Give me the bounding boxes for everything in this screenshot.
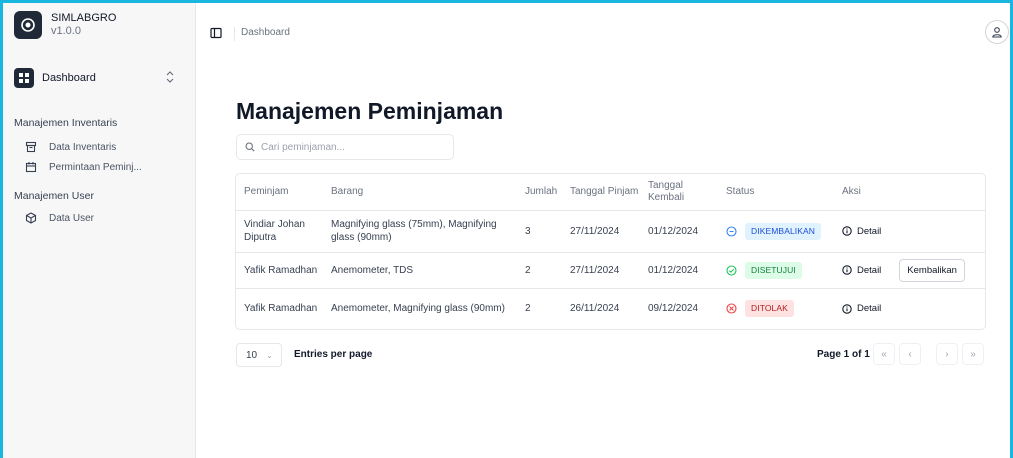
app-version: v1.0.0 — [51, 25, 81, 37]
table-row: Vindiar Johan Diputra Magnifying glass (… — [236, 210, 985, 253]
chevrons-up-down-icon — [165, 70, 175, 89]
cell-tanggal-pinjam: 26/11/2024 — [570, 303, 620, 315]
column-header-jumlah[interactable]: Jumlah — [517, 174, 562, 211]
cell-tanggal-kembali: 01/12/2024 — [640, 210, 718, 253]
info-icon — [842, 304, 852, 314]
search-icon — [245, 142, 255, 152]
column-header-status[interactable]: Status — [718, 174, 834, 211]
cell-status: DIKEMBALIKAN — [718, 210, 834, 253]
column-header-peminjam[interactable]: Peminjam — [236, 174, 323, 211]
header-divider — [234, 27, 235, 41]
cell-status: DISETUJUI — [718, 252, 834, 289]
sidebar-item-label: Permintaan Peminj... — [49, 161, 142, 173]
column-header-barang[interactable]: Barang — [323, 174, 517, 211]
cell-tanggal-kembali: 09/12/2024 — [648, 303, 699, 315]
cell-jumlah: 3 — [517, 210, 562, 253]
cell-barang: Magnifying glass (75mm), Magnifying glas… — [323, 210, 517, 253]
cell-peminjam: Vindiar Johan Diputra — [236, 210, 323, 253]
info-icon — [842, 226, 852, 236]
table-row: Yafik Ramadhan Anemometer, TDS 2 27/11/2… — [236, 252, 985, 289]
cell-tanggal-pinjam: 27/11/2024 — [562, 252, 640, 289]
status-badge: DITOLAK — [745, 300, 794, 318]
status-badge: DISETUJUI — [745, 261, 802, 279]
column-header-aksi: Aksi — [834, 174, 985, 211]
detail-button[interactable]: Detail — [842, 264, 881, 277]
table-row: Yafik Ramadhan Anemometer, Magnifying gl… — [236, 288, 985, 329]
next-page-button[interactable]: › — [936, 343, 958, 365]
user-menu-button[interactable] — [985, 20, 1009, 44]
per-page-label: Entries per page — [294, 349, 373, 360]
table-header-row: Peminjam Barang Jumlah Tanggal Pinjam Ta… — [236, 174, 985, 211]
cell-tanggal-kembali: 01/12/2024 — [640, 252, 718, 289]
loans-table: Peminjam Barang Jumlah Tanggal Pinjam Ta… — [235, 173, 986, 330]
box-icon — [25, 212, 37, 224]
cell-tanggal-pinjam: 27/11/2024 — [562, 210, 640, 253]
sidebar-item-data-user[interactable]: Data User — [25, 209, 94, 227]
calendar-icon — [25, 162, 37, 173]
breadcrumb[interactable]: Dashboard — [241, 27, 290, 38]
rejected-status-icon — [726, 303, 737, 314]
column-header-tanggal-pinjam[interactable]: Tanggal Pinjam — [562, 174, 640, 211]
detail-button-label: Detail — [857, 225, 882, 237]
app-logo-icon — [14, 11, 42, 39]
column-header-tanggal-kembali[interactable]: Tanggal Kembali — [640, 174, 718, 211]
sidebar-item-permintaan-peminjaman[interactable]: Permintaan Peminj... — [25, 158, 142, 176]
detail-button[interactable]: Detail — [842, 302, 881, 315]
cell-barang: Anemometer, TDS — [323, 252, 517, 289]
sidebar-item-label: Data User — [49, 212, 95, 224]
return-button[interactable]: Kembalikan — [899, 258, 965, 282]
sidebar-item-label: Data Inventaris — [49, 141, 117, 153]
topbar: Dashboard — [197, 3, 1010, 63]
cell-barang: Anemometer, Magnifying glass (90mm) — [331, 303, 505, 315]
app-name: SIMLABGRO — [51, 12, 117, 24]
prev-page-button[interactable]: ‹ — [899, 343, 921, 365]
detail-button-label: Detail — [857, 303, 882, 315]
detail-button[interactable]: Detail — [842, 225, 881, 238]
sidebar-toggle-icon[interactable] — [210, 26, 222, 44]
per-page-select[interactable]: 10 ⌄ — [236, 343, 282, 367]
brand[interactable]: SIMLABGRO v1.0.0 — [14, 11, 116, 39]
archive-icon — [25, 141, 37, 153]
cell-aksi: Detail Kembalikan — [834, 252, 985, 289]
cell-aksi: Detail — [834, 288, 985, 329]
dashboard-switcher-label: Dashboard — [42, 72, 96, 84]
cell-aksi: Detail — [834, 210, 985, 253]
cell-peminjam: Yafik Ramadhan — [236, 252, 323, 289]
per-page-value: 10 — [246, 349, 258, 361]
dashboard-switcher[interactable]: Dashboard — [14, 65, 187, 91]
grid-icon — [14, 68, 34, 88]
user-icon — [992, 27, 1002, 38]
info-icon — [842, 265, 852, 275]
first-page-button[interactable]: « — [873, 343, 895, 365]
cell-status: DITOLAK — [718, 288, 834, 329]
page-info: Page 1 of 1 — [817, 349, 870, 360]
detail-button-label: Detail — [857, 264, 882, 276]
search-input[interactable] — [261, 141, 441, 153]
cell-peminjam: Yafik Ramadhan — [244, 303, 318, 315]
sidebar: SIMLABGRO v1.0.0 Dashboard Manajemen Inv… — [3, 3, 196, 458]
chevron-down-icon: ⌄ — [266, 350, 273, 360]
cell-jumlah: 2 — [517, 252, 562, 289]
group-label-inventaris: Manajemen Inventaris — [14, 117, 118, 129]
last-page-button[interactable]: » — [962, 343, 984, 365]
approved-status-icon — [726, 264, 737, 276]
page-title: Manajemen Peminjaman — [236, 98, 504, 124]
search-box[interactable] — [236, 134, 454, 160]
cell-jumlah: 2 — [525, 303, 531, 315]
returned-status-icon — [726, 225, 737, 237]
group-label-user: Manajemen User — [14, 190, 94, 202]
status-badge: DIKEMBALIKAN — [745, 222, 822, 240]
sidebar-item-data-inventaris[interactable]: Data Inventaris — [25, 138, 116, 156]
